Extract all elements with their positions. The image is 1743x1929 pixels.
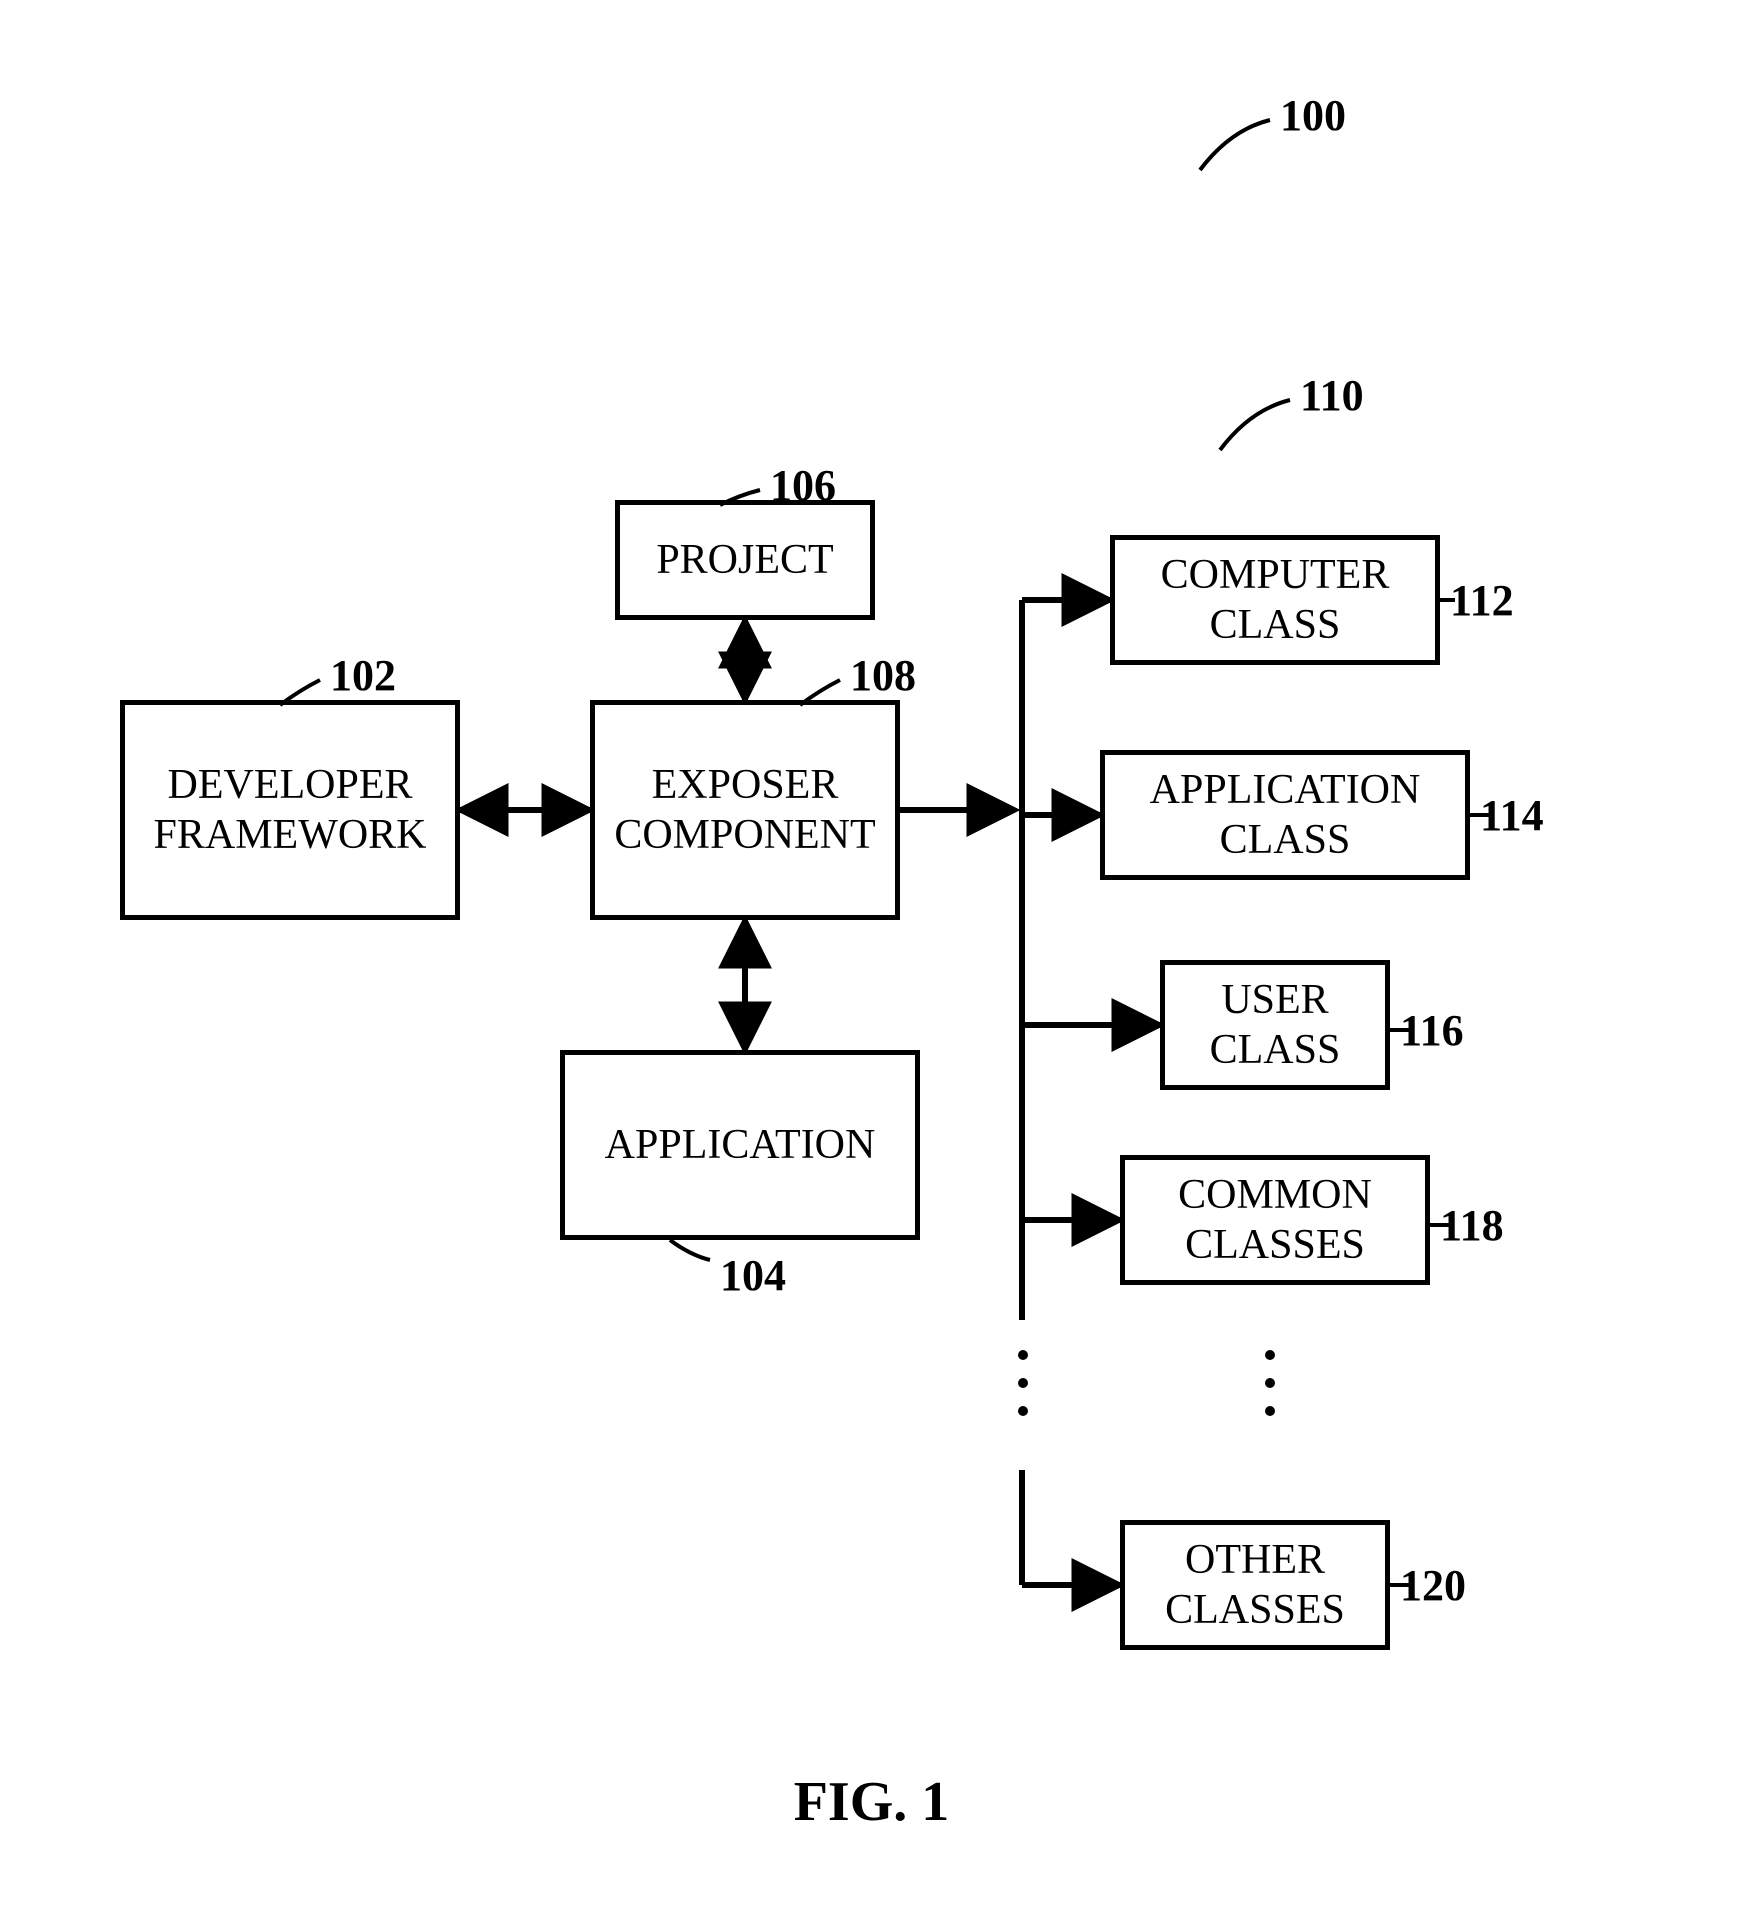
figure-caption: FIG. 1 [0, 1770, 1743, 1834]
box-exposer-component-label: EXPOSER COMPONENT [595, 760, 895, 861]
box-computer-class: COMPUTER CLASS [1110, 535, 1440, 665]
box-developer-framework-label: DEVELOPER FRAMEWORK [125, 760, 455, 861]
box-application-class: APPLICATION CLASS [1100, 750, 1470, 880]
ellipsis-right [1265, 1350, 1275, 1416]
ref-116: 116 [1400, 1005, 1464, 1056]
box-user-class: USER CLASS [1160, 960, 1390, 1090]
box-application: APPLICATION [560, 1050, 920, 1240]
box-common-classes-label: COMMON CLASSES [1125, 1170, 1425, 1271]
box-user-class-label: USER CLASS [1165, 975, 1385, 1076]
ref-118: 118 [1440, 1200, 1504, 1251]
ref-102: 102 [330, 650, 396, 701]
ref-120: 120 [1400, 1560, 1466, 1611]
ref-104: 104 [720, 1250, 786, 1301]
ref-114: 114 [1480, 790, 1544, 841]
ref-108: 108 [850, 650, 916, 701]
box-application-class-label: APPLICATION CLASS [1105, 765, 1465, 866]
ref-110: 110 [1300, 370, 1364, 421]
ref-100: 100 [1280, 90, 1346, 141]
ellipsis-left [1018, 1350, 1028, 1416]
box-computer-class-label: COMPUTER CLASS [1115, 550, 1435, 651]
ref-112: 112 [1450, 575, 1514, 626]
box-other-classes-label: OTHER CLASSES [1125, 1535, 1385, 1636]
box-developer-framework: DEVELOPER FRAMEWORK [120, 700, 460, 920]
box-exposer-component: EXPOSER COMPONENT [590, 700, 900, 920]
box-project-label: PROJECT [656, 535, 833, 585]
box-common-classes: COMMON CLASSES [1120, 1155, 1430, 1285]
box-application-label: APPLICATION [605, 1120, 876, 1170]
box-project: PROJECT [615, 500, 875, 620]
diagram-canvas: 100 110 102 106 108 104 112 114 116 118 … [0, 0, 1743, 1929]
box-other-classes: OTHER CLASSES [1120, 1520, 1390, 1650]
connector-overlay [0, 0, 1743, 1929]
